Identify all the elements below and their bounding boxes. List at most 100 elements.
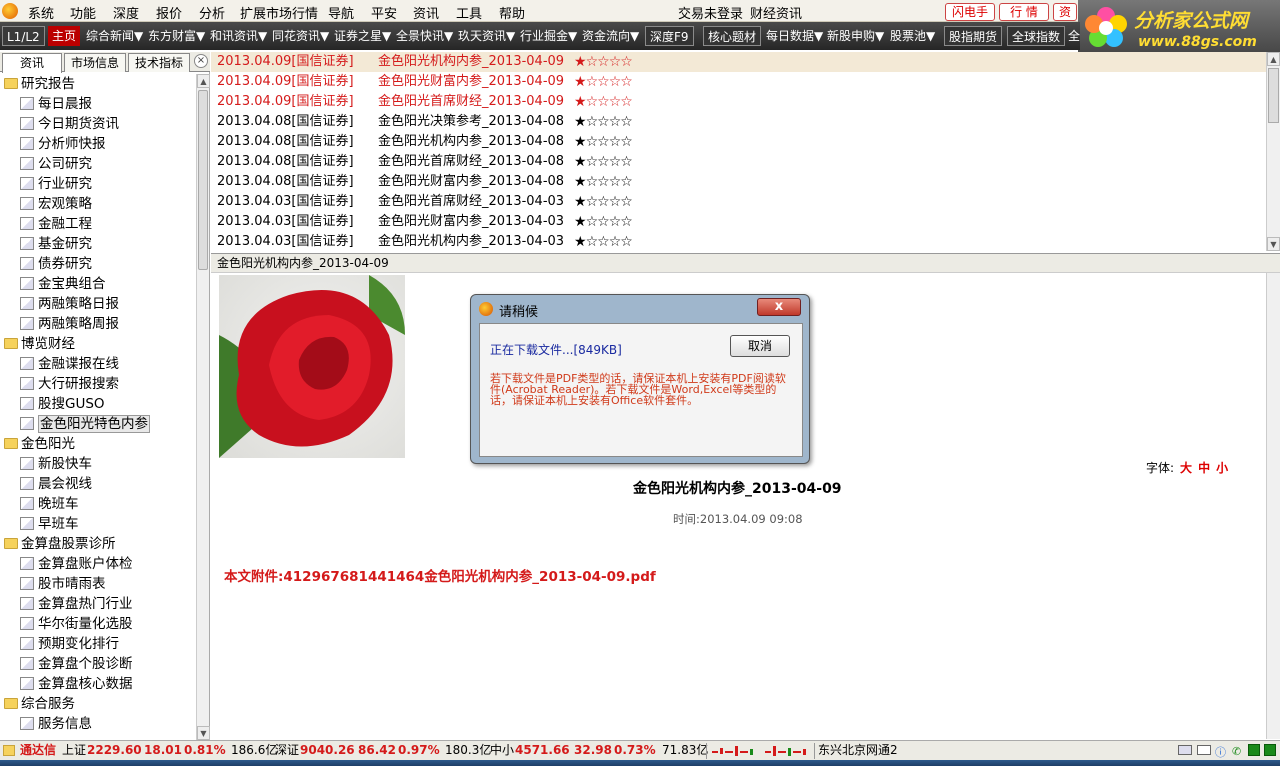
menu-pingan[interactable]: 平安 [371, 3, 397, 22]
news-row[interactable]: 2013.04.09[国信证券] 金色阳光机构内参_2013-04-09 ★☆☆☆☆ [211, 52, 1266, 72]
tree-item[interactable]: 金色阳光特色内参 [20, 414, 150, 434]
tree-item[interactable]: 新股快车 [20, 454, 92, 474]
toolbar-link-stockstar[interactable]: 证券之星▼ [334, 26, 391, 46]
stock-pool-button[interactable]: 股票池▼ [890, 26, 935, 46]
news-row[interactable]: 2013.04.03[国信证券] 金色阳光机构内参_2013-04-03 ★☆☆☆☆ [211, 232, 1266, 252]
font-medium-button[interactable]: 中 [1198, 461, 1210, 475]
news-row[interactable]: 2013.04.03[国信证券] 金色阳光首席财经_2013-04-03 ★☆☆☆☆ [211, 192, 1266, 212]
daily-data-button[interactable]: 每日数据▼ [766, 26, 823, 46]
tab-news[interactable]: 资讯 [2, 53, 62, 73]
tree-scrollbar[interactable]: ▲ ▼ [196, 74, 210, 740]
news-row[interactable]: 2013.04.09[国信证券] 金色阳光首席财经_2013-04-09 ★☆☆☆☆ [211, 92, 1266, 112]
tree-item[interactable]: 大行研报搜索 [20, 374, 119, 394]
tree-item[interactable]: 金融工程 [20, 214, 92, 234]
tree-item[interactable]: 晚班车 [20, 494, 79, 514]
toolbar-link-comprehensive[interactable]: 综合新闻▼ [86, 26, 143, 46]
tree-item[interactable]: 股搜GUSO [20, 394, 105, 414]
menu-tools[interactable]: 工具 [456, 3, 482, 22]
tree-item[interactable]: 每日晨报 [20, 94, 92, 114]
menu-depth[interactable]: 深度 [113, 3, 139, 22]
tree-item[interactable]: 预期变化排行 [20, 634, 119, 654]
toolbar-link-jiutian[interactable]: 玖天资讯▼ [458, 26, 515, 46]
app-logo-icon[interactable] [2, 3, 18, 19]
tab-technical[interactable]: 技术指标 [128, 53, 190, 72]
tree-item[interactable]: 华尔街量化选股 [20, 614, 133, 634]
folder-icon[interactable] [3, 745, 15, 756]
tree-item[interactable]: 债券研究 [20, 254, 92, 274]
news-row[interactable]: 2013.04.03[国信证券] 金色阳光财富内参_2013-04-03 ★☆☆☆☆ [211, 212, 1266, 232]
login-status[interactable]: 交易未登录 [678, 3, 743, 22]
menu-news[interactable]: 资讯 [413, 3, 439, 22]
tree-item[interactable]: 分析师快报 [20, 134, 106, 154]
toolbar-link-industry[interactable]: 行业掘金▼ [520, 26, 577, 46]
tab-market-info[interactable]: 市场信息 [64, 53, 126, 72]
tree-item[interactable]: 服务信息 [20, 714, 92, 734]
toolbar-link-hexun[interactable]: 和讯资讯▼ [210, 26, 267, 46]
tree-item[interactable]: 公司研究 [20, 154, 92, 174]
news-row[interactable]: 2013.04.09[国信证券] 金色阳光财富内参_2013-04-09 ★☆☆☆☆ [211, 72, 1266, 92]
news-row[interactable]: 2013.04.08[国信证券] 金色阳光首席财经_2013-04-08 ★☆☆☆☆ [211, 152, 1266, 172]
menu-function[interactable]: 功能 [70, 3, 96, 22]
server-name[interactable]: 东兴北京网通2 [818, 741, 898, 760]
tree-folder[interactable]: 博览财经 [4, 334, 75, 354]
toolbar-link-p5w[interactable]: 全景快讯▼ [396, 26, 453, 46]
tree-folder[interactable]: 金算盘股票诊所 [4, 534, 116, 554]
tree-item[interactable]: 金算盘核心数据 [20, 674, 133, 694]
global-index-button[interactable]: 全球指数 [1007, 26, 1066, 46]
signal-icon[interactable]: ✆ [1232, 742, 1241, 761]
finance-news-link[interactable]: 财经资讯 [750, 3, 802, 22]
toolbar-link-10jqka[interactable]: 同花资讯▼ [272, 26, 329, 46]
depth-f9-button[interactable]: 深度F9 [645, 26, 694, 46]
tree-folder[interactable]: 金色阳光 [4, 434, 75, 454]
keyboard-icon[interactable] [1178, 745, 1192, 755]
dialog-close-button[interactable]: x [757, 298, 801, 316]
menu-extended-market[interactable]: 扩展市场行情 [240, 3, 318, 22]
tree-folder[interactable]: 研究报告 [4, 74, 75, 94]
core-theme-button[interactable]: 核心题材 [703, 26, 762, 46]
menu-system[interactable]: 系统 [28, 3, 54, 22]
scroll-down-icon[interactable]: ▼ [197, 726, 210, 740]
news-row[interactable]: 2013.04.08[国信证券] 金色阳光财富内参_2013-04-08 ★☆☆☆☆ [211, 172, 1266, 192]
info-button[interactable]: 资 [1053, 3, 1077, 21]
flash-trade-button[interactable]: 闪电手 [945, 3, 995, 21]
content-scrollbar[interactable] [1266, 273, 1280, 739]
cancel-button[interactable]: 取消 [730, 335, 790, 357]
tree-item[interactable]: 两融策略周报 [20, 314, 119, 334]
tree-item[interactable]: 金算盘个股诊断 [20, 654, 133, 674]
quote-button[interactable]: 行 情 [999, 3, 1049, 21]
menu-analysis[interactable]: 分析 [199, 3, 225, 22]
tree-item[interactable]: 金融谍报在线 [20, 354, 119, 374]
tree-item[interactable]: 早班车 [20, 514, 79, 534]
article-attachment-link[interactable]: 本文附件:412967681441464金色阳光机构内参_2013-04-09.… [224, 565, 656, 585]
scroll-thumb[interactable] [198, 90, 208, 270]
tree-item[interactable]: 今日期货资讯 [20, 114, 119, 134]
tree-item[interactable]: 宏观策略 [20, 194, 92, 214]
mail-icon[interactable] [1197, 745, 1211, 755]
index-futures-button[interactable]: 股指期货 [944, 26, 1003, 46]
scroll-up-icon[interactable]: ▲ [197, 74, 210, 88]
level-toggle-button[interactable]: L1/L2 [2, 26, 45, 46]
tree-item[interactable]: 金算盘账户体检 [20, 554, 133, 574]
tree-item[interactable]: 金算盘热门行业 [20, 594, 133, 614]
list-scrollbar[interactable]: ▲ ▼ [1266, 52, 1280, 251]
menu-quote[interactable]: 报价 [156, 3, 182, 22]
toolbar-link-eastmoney[interactable]: 东方财富▼ [148, 26, 205, 46]
scroll-up-icon[interactable]: ▲ [1267, 52, 1280, 66]
connection-icon[interactable] [1248, 744, 1260, 756]
ipo-button[interactable]: 新股申购▼ [827, 26, 884, 46]
home-button[interactable]: 主页 [48, 26, 81, 46]
tree-item[interactable]: 基金研究 [20, 234, 92, 254]
tree-item[interactable]: 两融策略日报 [20, 294, 119, 314]
tree-item[interactable]: 股市晴雨表 [20, 574, 106, 594]
menu-help[interactable]: 帮助 [499, 3, 525, 22]
close-icon[interactable]: × [194, 54, 208, 68]
menu-navigate[interactable]: 导航 [328, 3, 354, 22]
toolbar-link-capital-flow[interactable]: 资金流向▼ [582, 26, 639, 46]
tree-item[interactable]: 晨会视线 [20, 474, 92, 494]
tree-item[interactable]: 金宝典组合 [20, 274, 106, 294]
toolbar-overflow[interactable]: 全 [1068, 26, 1080, 46]
news-row[interactable]: 2013.04.08[国信证券] 金色阳光机构内参_2013-04-08 ★☆☆☆☆ [211, 132, 1266, 152]
tree-folder[interactable]: 综合服务 [4, 694, 75, 714]
news-row[interactable]: 2013.04.08[国信证券] 金色阳光决策参考_2013-04-08 ★☆☆☆☆ [211, 112, 1266, 132]
scroll-thumb[interactable] [1268, 68, 1279, 123]
